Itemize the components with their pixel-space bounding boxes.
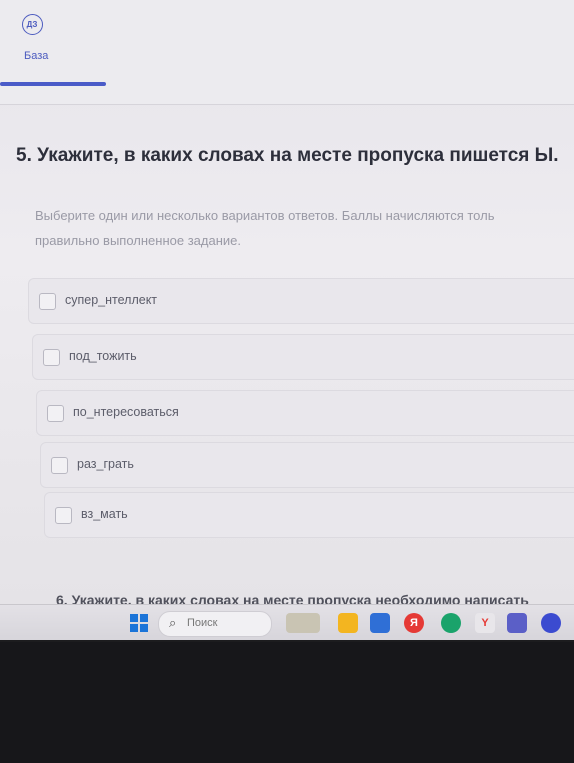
checkbox[interactable]	[43, 349, 60, 366]
checkbox[interactable]	[51, 457, 68, 474]
monitor-bezel	[0, 642, 574, 763]
windows-start-icon[interactable]	[130, 614, 149, 633]
checkbox[interactable]	[39, 293, 56, 310]
question-title: 5. Укажите, в каких словах на месте проп…	[16, 145, 559, 166]
question-instructions: Выберите один или несколько вариантов от…	[35, 203, 574, 253]
nav-item-label: База	[24, 50, 49, 62]
checkbox[interactable]	[55, 507, 72, 524]
answer-option[interactable]: супер_нтеллект	[28, 278, 574, 324]
windows-taskbar: ⌕ Поиск Я Y	[0, 604, 574, 640]
option-label: по_нтересоваться	[73, 405, 179, 419]
taskbar-search-input[interactable]: ⌕ Поиск	[158, 611, 272, 637]
checkbox[interactable]	[47, 405, 64, 422]
option-label: супер_нтеллект	[65, 293, 158, 307]
top-navigation: ДЗ База	[0, 0, 574, 104]
answer-option[interactable]: раз_грать	[40, 442, 574, 488]
yandex-icon[interactable]: Я	[404, 613, 424, 633]
nav-divider	[0, 104, 574, 105]
teams-icon[interactable]	[507, 613, 527, 633]
search-placeholder: Поиск	[187, 617, 218, 629]
option-label: раз_грать	[77, 457, 134, 471]
instructions-line-1: Выберите один или несколько вариантов от…	[35, 208, 495, 223]
edge-icon[interactable]	[441, 613, 461, 633]
cortana-icon[interactable]	[541, 613, 561, 633]
widgets-icon[interactable]	[286, 613, 320, 633]
answer-option[interactable]: по_нтересоваться	[36, 390, 574, 436]
option-label: вз_мать	[81, 507, 128, 521]
answer-option[interactable]: под_тожить	[32, 334, 574, 380]
browser-screen: ДЗ База 5. Укажите, в каких словах на ме…	[0, 0, 574, 640]
option-label: под_тожить	[69, 349, 137, 363]
answer-option[interactable]: вз_мать	[44, 492, 574, 538]
file-explorer-icon[interactable]	[338, 613, 358, 633]
search-icon: ⌕	[169, 615, 177, 630]
instructions-line-2: правильно выполненное задание.	[35, 233, 241, 248]
homework-badge-icon: ДЗ	[21, 14, 43, 35]
yandex-browser-icon[interactable]: Y	[475, 613, 495, 633]
active-tab-indicator	[0, 82, 106, 86]
office-icon[interactable]	[370, 613, 390, 633]
nav-item-baza[interactable]: ДЗ База	[0, 14, 106, 86]
